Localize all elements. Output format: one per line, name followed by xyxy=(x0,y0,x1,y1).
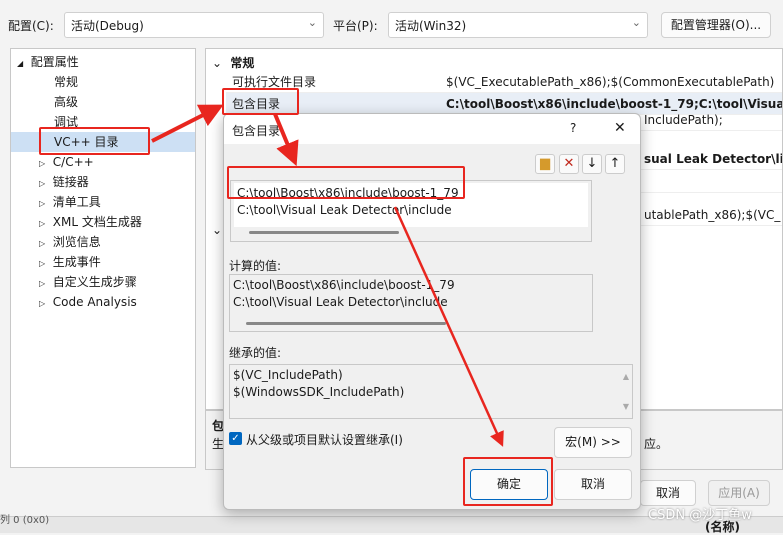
arrow-2 xyxy=(273,113,299,167)
arrow-1 xyxy=(151,104,224,143)
arrow-3 xyxy=(393,206,504,447)
annotation-arrows xyxy=(151,104,504,447)
